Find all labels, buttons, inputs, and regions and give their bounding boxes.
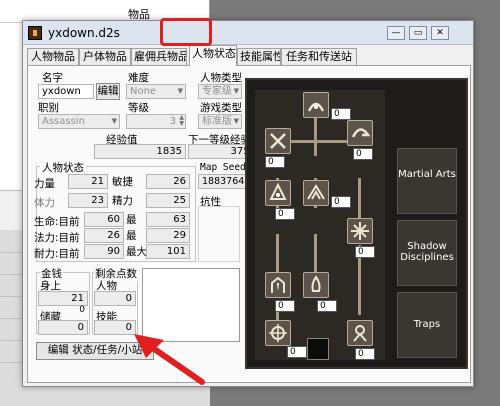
vitality-field[interactable]: 23 xyxy=(68,193,108,208)
character-editor-window: yxdown.d2s — ▭ ✕ 人物物品 户体物品 雇佣兵物品 人物状态 技能… xyxy=(22,20,474,387)
tab-bar: 人物物品 户体物品 雇佣兵物品 人物状态 技能属性 任务和传送站 xyxy=(27,45,471,66)
stamina-max-field[interactable]: 101 xyxy=(146,244,190,259)
class-label: 职别 xyxy=(38,102,59,114)
skill-points-10[interactable]: 0 xyxy=(355,348,375,360)
red-arrow-icon xyxy=(134,334,205,385)
name-field[interactable]: yxdown xyxy=(38,84,94,99)
window-title: yxdown.d2s xyxy=(48,26,120,40)
difficulty-select[interactable]: None ▼ xyxy=(126,84,186,99)
skill-node-8[interactable] xyxy=(303,272,329,298)
game-type-label: 游戏类型 xyxy=(200,102,242,114)
close-button[interactable]: ✕ xyxy=(431,26,449,40)
spinner-arrows-icon[interactable]: ▲ ▼ xyxy=(179,115,184,127)
minimize-button[interactable]: — xyxy=(387,26,405,40)
lightning-sentry-icon xyxy=(271,276,285,293)
edit-name-button[interactable]: 编辑 xyxy=(96,83,120,100)
skill-points-3[interactable]: 0 xyxy=(353,148,373,160)
death-sentry-icon xyxy=(269,324,287,342)
skill-points-4[interactable]: 0 xyxy=(275,208,295,220)
dexterity-field[interactable]: 26 xyxy=(146,174,190,189)
status-panel: 名字 yxdown 编辑 难度 None ▼ 人物类型 专家级 ▼ 职别 Assas… xyxy=(27,65,471,383)
energy-field[interactable]: 25 xyxy=(146,193,190,208)
tab-martial-arts[interactable]: Martial Arts xyxy=(397,148,457,214)
class-select[interactable]: Assassin ▼ xyxy=(38,114,120,129)
resistance-area xyxy=(198,206,240,262)
chevron-down-icon: ▼ xyxy=(111,117,117,125)
skill-tree-panel: 0 0 0 0 0 0 0 0 0 0 Martial Arts Shadow … xyxy=(245,78,468,369)
charged-bolt-sentry-icon xyxy=(269,182,287,200)
skill-points-9[interactable]: 0 xyxy=(287,346,307,358)
strength-field[interactable]: 21 xyxy=(68,174,108,189)
tab-quests-waypoints[interactable]: 任务和传送站 xyxy=(281,48,357,65)
dexterity-label: 敏捷 xyxy=(112,176,133,188)
level-label: 等级 xyxy=(128,102,149,114)
name-label: 名字 xyxy=(42,72,63,84)
energy-label: 精力 xyxy=(112,195,133,207)
app-icon xyxy=(28,26,42,40)
chevron-down-icon: ▼ xyxy=(177,87,183,95)
skill-node-2[interactable] xyxy=(265,128,291,154)
skill-points-5[interactable]: 0 xyxy=(331,196,351,208)
stamina-max-label: 最大 xyxy=(126,246,147,258)
blade-shield-icon xyxy=(353,325,367,342)
blade-fury-icon xyxy=(351,222,369,240)
difficulty-label: 难度 xyxy=(128,72,149,84)
wake-of-inferno-icon xyxy=(311,275,321,292)
tab-character-items[interactable]: 人物物品 xyxy=(27,48,79,65)
gold-stash-field[interactable]: 0 xyxy=(38,320,88,335)
skill-points-6[interactable]: 0 xyxy=(355,246,375,258)
life-label: 生命:目前 xyxy=(34,216,80,228)
title-bar: yxdown.d2s — ▭ ✕ xyxy=(23,21,473,45)
skill-points-1[interactable]: 0 xyxy=(331,108,351,120)
life-max-label: 最 xyxy=(126,214,137,226)
wake-of-fire-icon xyxy=(307,184,325,200)
stamina-label: 耐力:目前 xyxy=(34,248,80,260)
tab-mercenary-items[interactable]: 雇佣兵物品 xyxy=(131,48,187,65)
skill-node-10[interactable] xyxy=(347,320,373,346)
strength-label: 力量 xyxy=(34,178,55,190)
skill-node-5[interactable] xyxy=(303,180,329,206)
life-current-field[interactable]: 60 xyxy=(84,212,124,227)
character-type-label: 人物类型 xyxy=(200,72,242,84)
skill-points-8[interactable]: 0 xyxy=(317,300,337,312)
character-type-select[interactable]: 专家级 ▼ xyxy=(198,84,242,99)
shock-web-icon xyxy=(270,133,286,149)
tab-shadow-disciplines[interactable]: Shadow Disciplines xyxy=(397,220,457,286)
tab-character-status[interactable]: 人物状态 xyxy=(189,45,237,66)
highlight-box xyxy=(160,18,212,46)
fire-blast-icon xyxy=(307,102,325,112)
status-group-title: 人物状态 xyxy=(40,160,86,175)
life-max-field[interactable]: 63 xyxy=(146,212,190,227)
chevron-down-icon: ▼ xyxy=(233,117,239,125)
skill-node-1[interactable] xyxy=(303,92,329,118)
vitality-label: 体力 xyxy=(34,197,55,209)
points-char-field[interactable]: 0 xyxy=(94,291,136,306)
skill-node-7[interactable] xyxy=(265,272,291,298)
game-type-select[interactable]: 标准版 ▼ xyxy=(198,114,242,129)
chevron-down-icon: ▼ xyxy=(233,87,239,95)
tab-traps[interactable]: Traps xyxy=(397,292,457,358)
mana-max-field[interactable]: 29 xyxy=(146,228,190,243)
blade-sentinel-icon xyxy=(351,128,371,138)
stamina-current-field[interactable]: 90 xyxy=(84,244,124,259)
mana-max-label: 最 xyxy=(126,230,137,242)
empty-skill-slot xyxy=(307,338,329,360)
tab-skill-attributes[interactable]: 技能属性 xyxy=(237,48,281,65)
experience-field[interactable]: 1835 xyxy=(94,144,186,159)
skill-node-9[interactable] xyxy=(265,320,291,346)
mana-current-field[interactable]: 26 xyxy=(84,228,124,243)
skill-node-6[interactable] xyxy=(347,218,373,244)
skill-points-2[interactable]: 0 xyxy=(265,156,285,168)
maximize-button[interactable]: ▭ xyxy=(409,26,427,40)
gold-on-body-extra: 0 xyxy=(79,305,85,315)
skill-node-3[interactable] xyxy=(347,120,373,146)
tab-body-items[interactable]: 户体物品 xyxy=(79,48,131,65)
skill-node-4[interactable] xyxy=(265,180,291,206)
map-seed-label: Map Seed xyxy=(200,162,246,173)
skill-points-7[interactable]: 0 xyxy=(275,300,295,312)
mana-label: 法力:目前 xyxy=(34,232,80,244)
level-spinner[interactable]: 3 ▲ ▼ xyxy=(126,114,186,129)
